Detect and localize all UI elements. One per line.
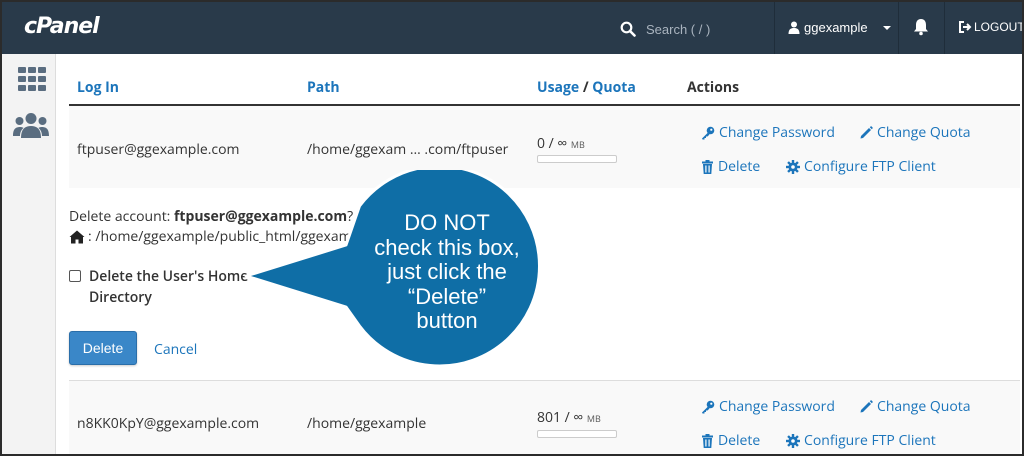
gear-icon	[786, 159, 800, 174]
callout-line: “Delete”	[407, 283, 487, 309]
configure-ftp-client-link[interactable]: Configure FTP Client	[786, 431, 936, 450]
logout-label: LOGOUT	[974, 20, 1024, 34]
key-icon	[702, 400, 715, 413]
callout-line: check this box,	[374, 234, 520, 260]
change-quota-label: Change Quota	[877, 123, 971, 142]
column-header-usage-quota: Usage / Quota	[537, 78, 636, 97]
column-header-actions: Actions	[687, 78, 740, 97]
column-header-usage[interactable]: Usage	[537, 78, 579, 97]
sidebar-item-home[interactable]	[18, 67, 46, 96]
divider	[944, 2, 945, 54]
change-quota-link[interactable]: Change Quota	[859, 397, 971, 416]
row-login: ftpuser@ggexample.com	[77, 140, 240, 159]
callout-line: button	[416, 308, 478, 333]
caret-down-icon	[882, 25, 891, 30]
delete-label: Delete	[718, 431, 761, 450]
user-menu[interactable]: ggexample	[788, 20, 894, 35]
row-usage: 0 / ∞ MB	[537, 134, 585, 153]
pencil-icon	[860, 399, 873, 412]
usage-bar	[537, 430, 617, 438]
column-header-login[interactable]: Log In	[77, 78, 119, 97]
usage-bar	[537, 155, 617, 163]
change-password-link[interactable]: Change Password	[701, 397, 835, 416]
delete-label: Delete	[718, 157, 761, 176]
delete-home-directory-label[interactable]: Delete the User's Home Directory	[89, 266, 259, 308]
pencil-icon	[860, 125, 873, 138]
divider	[774, 2, 775, 54]
callout-line: DO NOT	[404, 210, 490, 235]
configure-ftp-client-link[interactable]: Configure FTP Client	[786, 157, 936, 176]
sidebar	[2, 54, 56, 454]
delete-link[interactable]: Delete	[701, 157, 760, 176]
header-separator: /	[582, 78, 589, 97]
search-input[interactable]	[646, 21, 766, 37]
delete-button[interactable]: Delete	[69, 331, 137, 365]
sidebar-item-users[interactable]	[13, 112, 49, 143]
key-icon	[702, 126, 715, 139]
configure-ftp-client-label: Configure FTP Client	[804, 157, 936, 176]
row-path: /home/ggexample	[307, 414, 427, 433]
usage-value: 0 / ∞	[537, 134, 568, 153]
usage-unit: MB	[570, 138, 585, 151]
divider	[898, 2, 899, 54]
delete-link[interactable]: Delete	[701, 431, 760, 450]
top-bar: cPanel ggexample	[2, 2, 1022, 54]
usage-value: 801 / ∞	[537, 408, 584, 427]
row-login: n8KK0KpY@ggexample.com	[77, 414, 260, 433]
delete-home-directory-checkbox[interactable]	[69, 270, 81, 282]
callout-line: just click the	[387, 259, 507, 284]
delete-prompt: Delete account:	[69, 207, 174, 226]
trash-icon	[702, 159, 713, 174]
gear-icon	[786, 433, 800, 448]
row-path: /home/ggexam … .com/ftpuser	[307, 140, 509, 159]
row-usage: 801 / ∞ MB	[537, 408, 601, 427]
app-frame: cPanel ggexample	[0, 0, 1024, 456]
trash-icon	[702, 433, 713, 448]
search-box[interactable]	[620, 16, 770, 42]
bell-icon	[914, 19, 928, 36]
cpanel-logo[interactable]: cPanel	[24, 14, 100, 39]
cancel-link[interactable]: Cancel	[154, 340, 197, 359]
usage-unit: MB	[586, 412, 601, 425]
change-quota-link[interactable]: Change Quota	[859, 123, 971, 142]
user-icon	[788, 21, 800, 34]
logout-button[interactable]: LOGOUT	[958, 20, 1024, 34]
notifications-button[interactable]	[913, 18, 929, 41]
change-password-label: Change Password	[719, 397, 835, 416]
callout-text: DO NOT check this box, just click the “D…	[352, 210, 542, 334]
change-password-label: Change Password	[719, 123, 835, 142]
column-header-path[interactable]: Path	[307, 78, 340, 97]
configure-ftp-client-label: Configure FTP Client	[804, 431, 936, 450]
search-icon	[620, 21, 636, 37]
change-quota-label: Change Quota	[877, 397, 971, 416]
column-header-quota[interactable]: Quota	[592, 78, 636, 97]
change-password-link[interactable]: Change Password	[701, 123, 835, 142]
home-icon	[69, 230, 85, 243]
grid-icon	[18, 67, 46, 91]
users-icon	[13, 113, 49, 138]
username-label: ggexample	[804, 20, 868, 35]
logout-icon	[959, 21, 972, 33]
